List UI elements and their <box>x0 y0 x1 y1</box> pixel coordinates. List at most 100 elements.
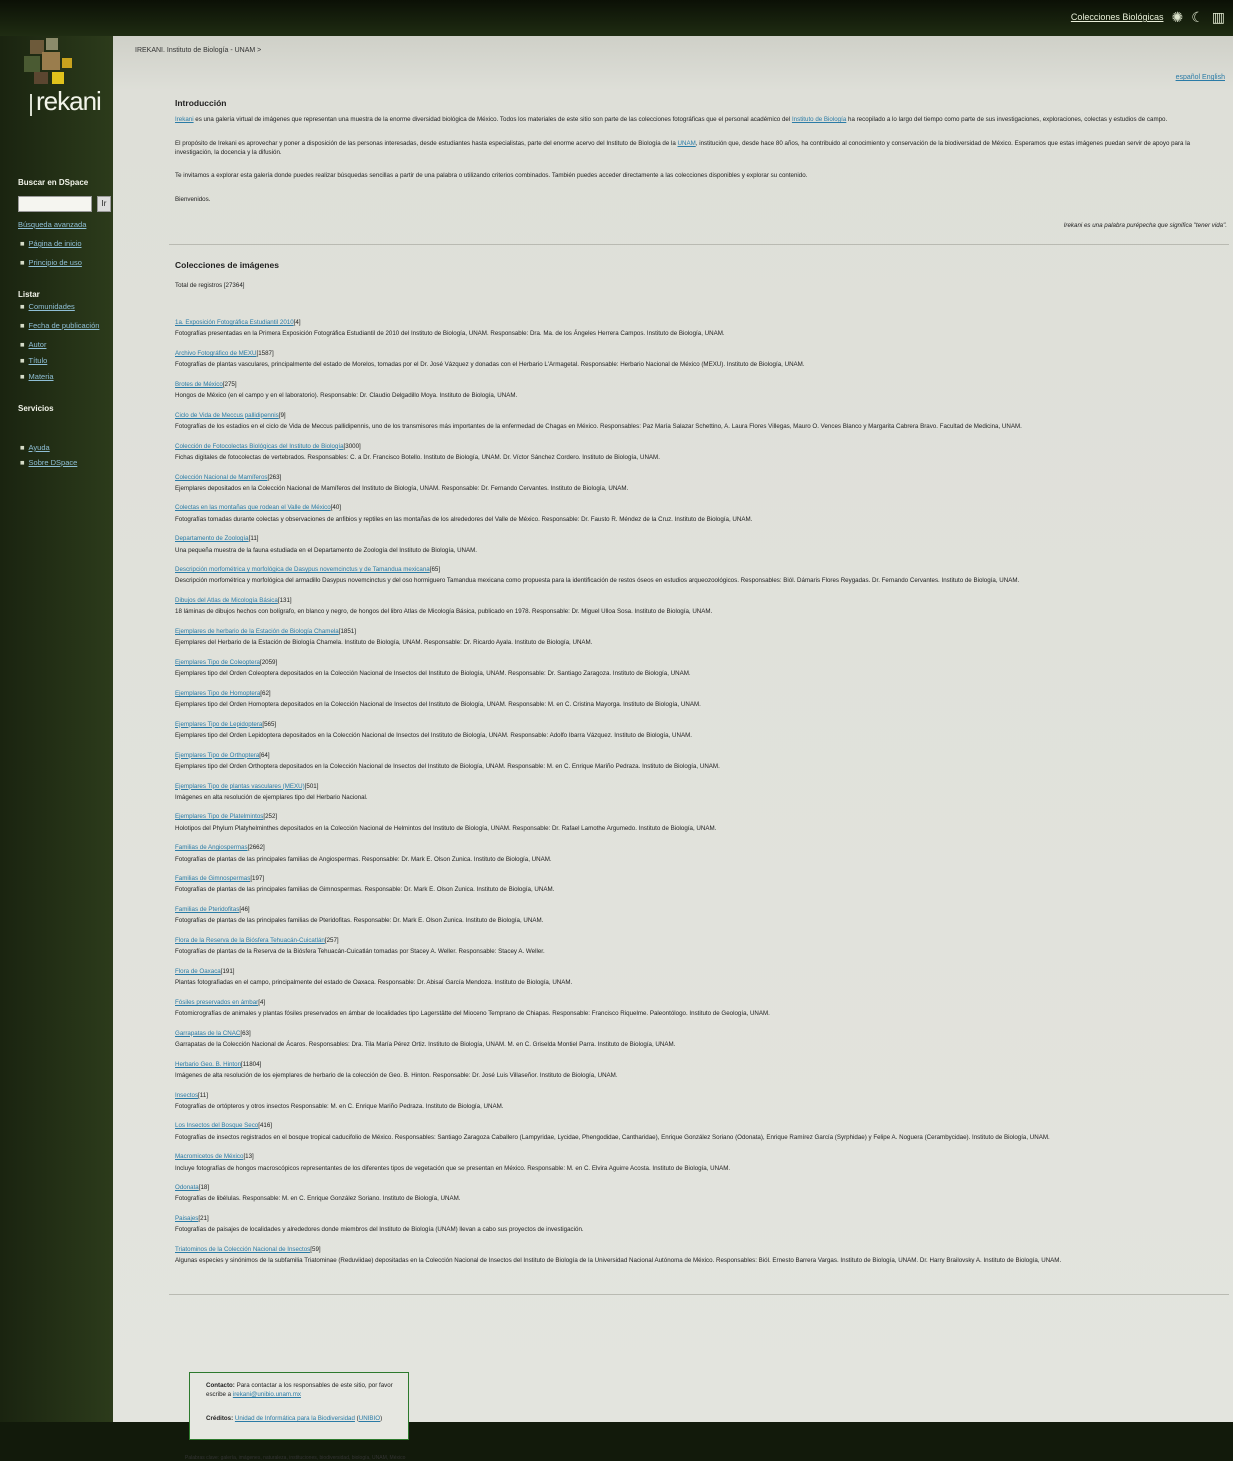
contact-email-link[interactable]: irekani@unibio.unam.mx <box>233 1391 301 1398</box>
collection-description: Fotografías de libélulas. Responsable: M… <box>175 1195 461 1203</box>
collection-link[interactable]: Triatominos de la Colección Nacional de … <box>175 1246 310 1253</box>
collection-description: Ejemplares del Herbario de la Estación d… <box>175 639 593 647</box>
collection-link[interactable]: Odonata <box>175 1184 199 1191</box>
intro-paragraph-2: El propósito de Irekani es aprovechar y … <box>175 140 1191 156</box>
collection-link[interactable]: Herbario Geo. B. Hinton <box>175 1061 241 1068</box>
collection-item: Dibujos del Atlas de Micología Básica[13… <box>175 594 1229 616</box>
collection-link[interactable]: Macromicetos de México <box>175 1153 243 1160</box>
search-button[interactable]: Ir <box>97 196 111 212</box>
collection-count: [18] <box>198 1184 210 1192</box>
collection-link[interactable]: Colectas en las montañas que rodean el V… <box>175 504 331 511</box>
collection-description: Incluye fotografías de hongos macroscópi… <box>175 1164 731 1172</box>
collection-count: [9] <box>278 411 286 419</box>
collection-item: Descripción morfométrica y morfológica d… <box>175 563 1229 585</box>
collection-link[interactable]: Ejemplares Tipo de Homoptera <box>175 690 260 697</box>
collection-count: [64] <box>259 751 270 759</box>
collection-link[interactable]: Colección de Fotocolectas Biológicas del… <box>175 443 344 450</box>
collection-count: [257] <box>324 937 339 944</box>
collection-link[interactable]: Ejemplares de herbario de la Estación de… <box>175 628 339 635</box>
collection-item: Macromicetos de México[13] Incluye fotogr… <box>175 1150 1229 1172</box>
collection-count: [131] <box>277 597 292 605</box>
collection-description: Garrapatas de la Colección Nacional de Á… <box>175 1040 676 1048</box>
collection-description: Ejemplares tipo del Orden Homoptera depo… <box>175 701 701 708</box>
collection-count: [416] <box>258 1122 273 1130</box>
collection-link[interactable]: Flora de la Reserva de la Biósfera Tehua… <box>175 937 325 944</box>
collection-link[interactable]: Archivo Fotográfico de MEXU <box>175 350 257 357</box>
collection-link[interactable]: Colección Nacional de Mamíferos <box>175 474 268 481</box>
collection-count: [1587] <box>256 349 274 357</box>
language-switcher[interactable]: español English <box>1176 74 1225 81</box>
collection-link[interactable]: Fósiles preservados en ámbar <box>175 999 258 1006</box>
collection-link[interactable]: Ejemplares Tipo de Coleoptera <box>175 659 260 666</box>
collection-link[interactable]: Familias de Gimnospermas <box>175 875 250 882</box>
credits-link[interactable]: Unidad de Informática para la Biodiversi… <box>235 1415 355 1422</box>
collection-link[interactable]: Dibujos del Atlas de Micología Básica <box>175 597 278 604</box>
irekani-meaning-note: Irekani es una palabra purépecha que sig… <box>1063 222 1227 229</box>
collection-link[interactable]: 1a. Exposición Fotográfica Estudiantil 2… <box>175 319 294 326</box>
collection-item: Insectos[11] Fotografías de ortópteros y … <box>175 1089 1229 1111</box>
collection-link[interactable]: Ciclo de Vida de Meccus pallidipennis <box>175 412 279 419</box>
collection-link[interactable]: Ejemplares Tipo de Platelmintos <box>175 813 263 820</box>
collection-item: 1a. Exposición Fotográfica Estudiantil 2… <box>175 316 1229 338</box>
collection-item: Departamento de Zoología[11] Una pequeña … <box>175 532 1229 554</box>
logo-stem <box>30 94 32 116</box>
collection-item: Brotes de México[275] Hongos de México (e… <box>175 378 1229 400</box>
collection-count: [21] <box>198 1215 209 1223</box>
collection-link[interactable]: Ejemplares Tipo de Orthoptera <box>175 752 259 759</box>
logo-square-icon <box>52 72 64 84</box>
collections-total: Total de registros [27364] <box>175 282 245 289</box>
collection-description: Fotografías presentadas en la Primera Ex… <box>175 330 725 338</box>
unibio-link[interactable]: UNIBIO <box>359 1415 380 1422</box>
collection-count: [11804] <box>241 1060 262 1068</box>
unam-link[interactable]: UNAM <box>678 140 696 147</box>
collection-item: Familias de Gimnospermas[197] Fotografías… <box>175 872 1229 894</box>
collection-count: [62] <box>260 689 271 697</box>
collection-link[interactable]: Departamento de Zoología <box>175 535 249 542</box>
breadcrumb[interactable]: IREKANI. Instituto de Biología - UNAM > <box>135 47 261 54</box>
logo-square-icon <box>24 56 40 72</box>
collection-link[interactable]: Familias de Pteridofitas <box>175 906 239 913</box>
collection-count: [263] <box>267 473 282 481</box>
collection-description: Fotografías de insectos registrados en e… <box>175 1133 1050 1141</box>
collection-link[interactable]: Garrapatas de la CNAC <box>175 1030 240 1037</box>
collection-count: [40] <box>330 504 342 512</box>
irekani-logo[interactable]: rekani <box>12 36 112 122</box>
collection-link[interactable]: Flora de Oaxaca <box>175 968 221 975</box>
colecciones-biologicas-link[interactable]: Colecciones Biológicas <box>1071 12 1164 22</box>
collection-description: Fotomicrografías de animales y plantas f… <box>175 1010 770 1017</box>
collection-count: [4] <box>258 998 266 1006</box>
collection-description: Fotografías de plantas de las principale… <box>175 855 552 863</box>
collection-item: Familias de Angiospermas[2662] Fotografía… <box>175 841 1229 863</box>
collection-link[interactable]: Paisajes <box>175 1215 198 1222</box>
collection-count: [2662] <box>247 844 265 852</box>
collection-link[interactable]: Brotes de México <box>175 381 223 388</box>
collection-count: [252] <box>263 813 278 821</box>
logo-square-icon <box>34 72 48 84</box>
collection-link[interactable]: Ejemplares Tipo de Lepidoptera <box>175 721 262 728</box>
instituto-biologia-link[interactable]: Instituto de Biología <box>792 116 846 123</box>
collection-item: Triatominos de la Colección Nacional de … <box>175 1243 1229 1265</box>
advanced-search-link[interactable]: Búsqueda avanzada <box>18 220 86 229</box>
sidebar-item-comunidades: ■ Comunidades <box>20 302 75 311</box>
search-input[interactable] <box>18 196 92 212</box>
collection-link[interactable]: Ejemplares Tipo de plantas vasculares (M… <box>175 783 305 790</box>
sidebar-item-titulo: ■ Título <box>20 356 48 365</box>
collection-item: Odonata[18] Fotografías de libélulas. Res… <box>175 1181 1229 1203</box>
collection-description: Fotografías de los estadios en el ciclo … <box>175 422 1022 430</box>
building-icon[interactable]: ▥ <box>1212 10 1225 24</box>
collection-link[interactable]: Los Insectos del Bosque Seco <box>175 1122 258 1129</box>
intro-paragraph-3: Te invitamos a explorar esta galería don… <box>175 172 808 179</box>
collection-link[interactable]: Insectos <box>175 1092 198 1099</box>
logo-wordmark: rekani <box>36 86 102 116</box>
collection-link[interactable]: Familias de Angiospermas <box>175 844 248 851</box>
moon-icon[interactable]: ☾ <box>1191 10 1204 24</box>
collection-link[interactable]: Descripción morfométrica y morfológica d… <box>175 566 430 573</box>
irekani-link[interactable]: Irekani <box>175 116 194 123</box>
collection-description: Algunas especies y sinónimos de la subfa… <box>175 1257 1062 1265</box>
unam-seal-icon[interactable]: ✺ <box>1171 10 1183 24</box>
intro-paragraph-4: Bienvenidos. <box>175 196 211 203</box>
collection-count: [65] <box>429 566 441 574</box>
collection-description: Imágenes de alta resolución de los ejemp… <box>175 1071 618 1079</box>
collection-description: Fotografías de plantas vasculares, princ… <box>175 361 805 369</box>
collection-item: Ciclo de Vida de Meccus pallidipennis[9]… <box>175 409 1229 431</box>
